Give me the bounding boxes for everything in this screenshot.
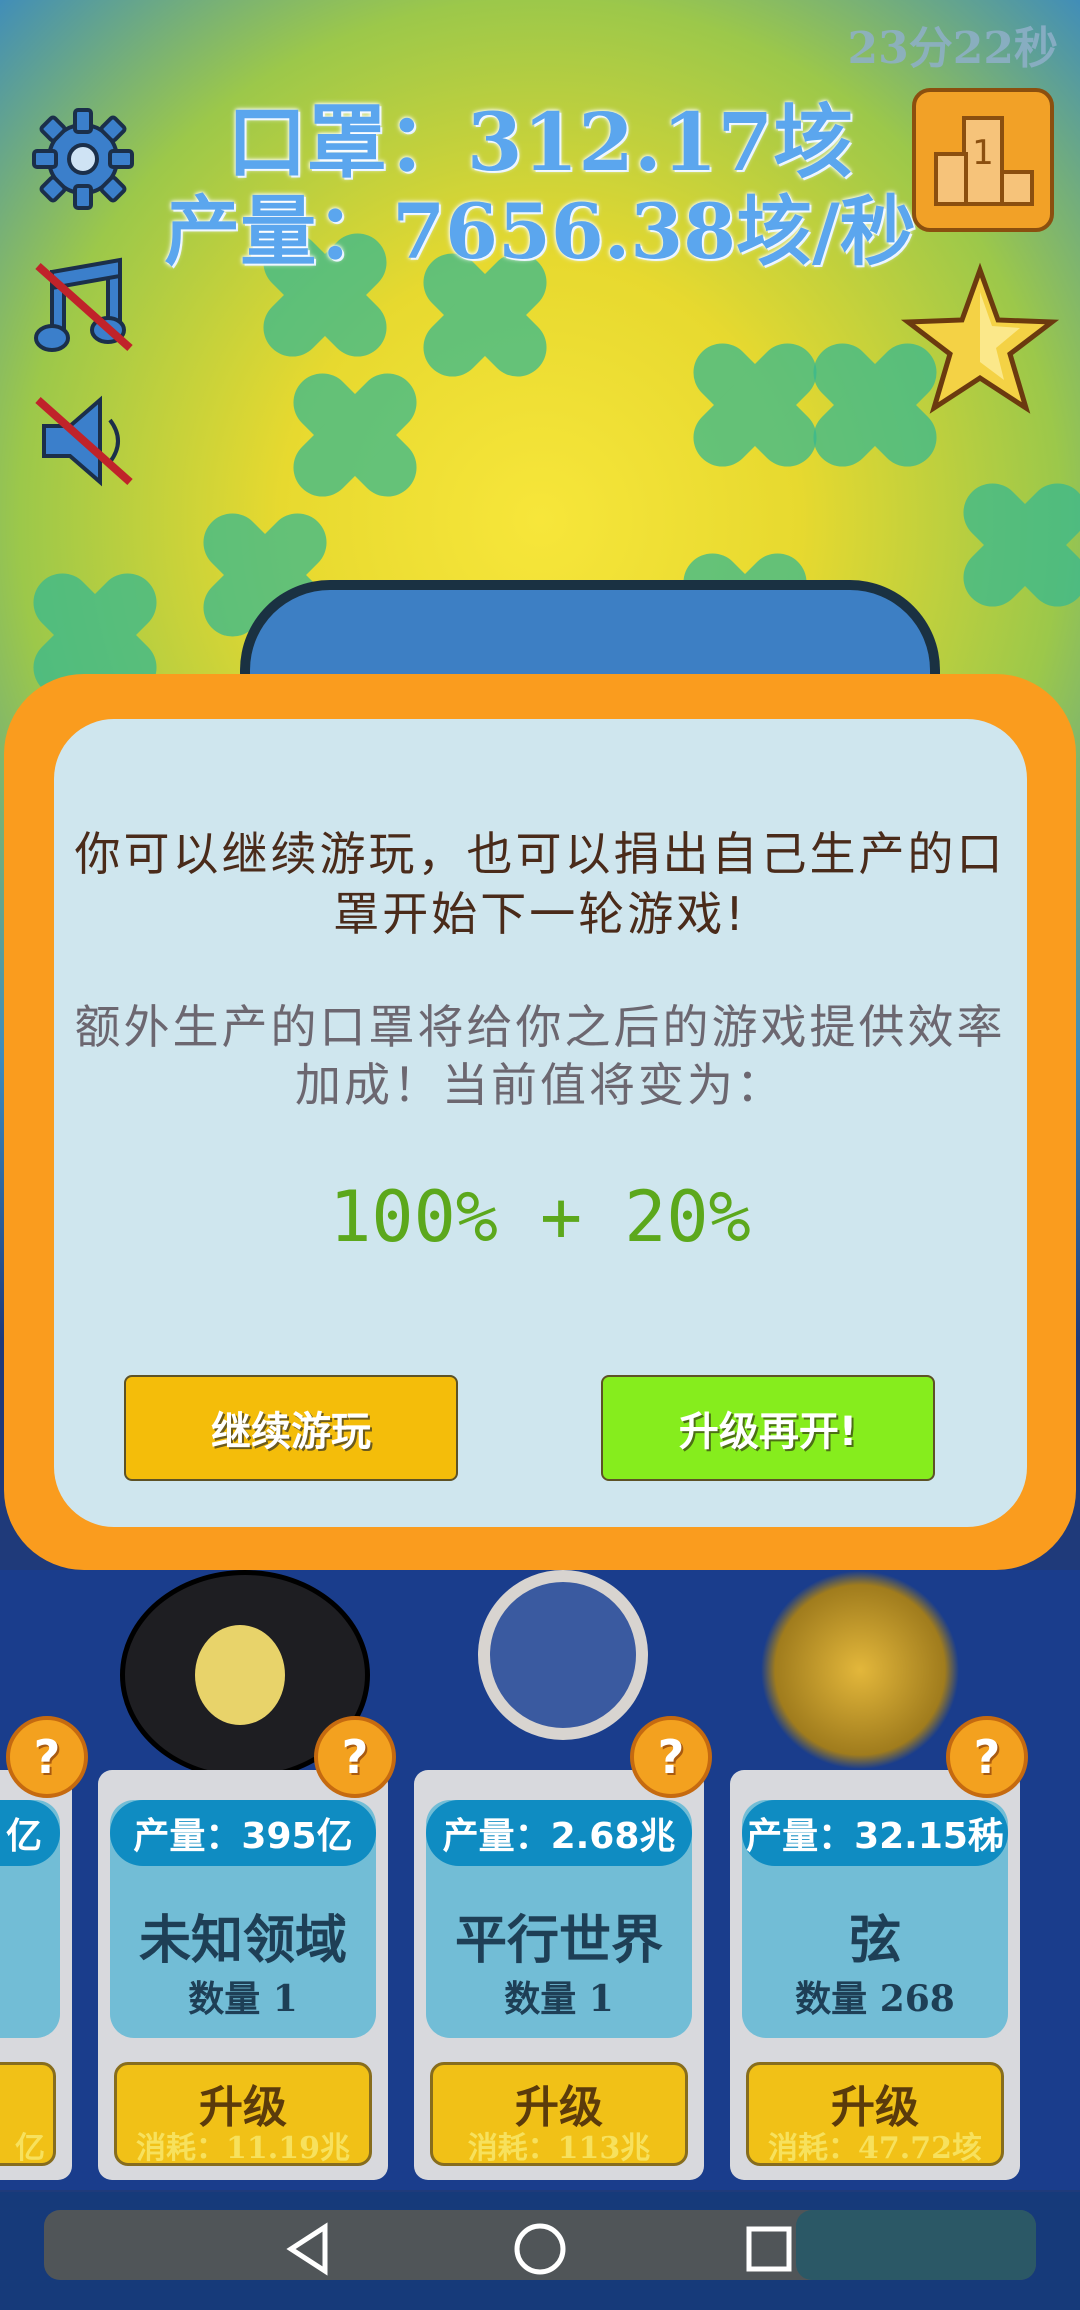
- parallel-world-art: [478, 1570, 648, 1740]
- card-production: 产量：2.68兆: [426, 1800, 692, 1866]
- building-card: 产量：2.68兆 平行世界 数量 1 升级 消耗：113兆: [414, 1770, 704, 2180]
- dialog-bonus-message: 额外生产的口罩将给你之后的游戏提供效率加成！当前值将变为：: [74, 1000, 1006, 1112]
- card-count: 数量 1: [504, 1978, 614, 2020]
- leaderboard-button[interactable]: 1: [912, 88, 1054, 232]
- settings-gear-icon[interactable]: [28, 104, 138, 214]
- card-production: 产量：395亿: [110, 1800, 376, 1866]
- help-icon[interactable]: ?: [314, 1716, 396, 1798]
- upgrade-button[interactable]: 亿: [0, 2062, 56, 2166]
- timer-text: 23分22秒: [847, 23, 1058, 74]
- help-icon[interactable]: ?: [6, 1716, 88, 1798]
- recents-icon[interactable]: [734, 2214, 804, 2284]
- sound-muted-icon[interactable]: [30, 386, 140, 496]
- upgrade-button[interactable]: 升级 消耗：47.72垓: [746, 2062, 1004, 2166]
- upgrade-button[interactable]: 升级 消耗：11.19兆: [114, 2062, 372, 2166]
- prestige-restart-button[interactable]: 升级再开!: [601, 1375, 935, 1481]
- building-card: 亿 亿: [0, 1770, 72, 2180]
- card-name: 未知领域: [138, 1910, 347, 1971]
- dialog-message: 你可以继续游玩，也可以捐出自己生产的口罩开始下一轮游戏!: [74, 827, 1006, 941]
- help-icon[interactable]: ?: [946, 1716, 1028, 1798]
- card-count: 数量 268: [795, 1978, 955, 2020]
- back-icon[interactable]: [274, 2214, 344, 2284]
- home-icon[interactable]: [505, 2214, 575, 2284]
- continue-button[interactable]: 继续游玩: [124, 1375, 458, 1481]
- building-card: 产量：395亿 未知领域 数量 1 升级 消耗：11.19兆: [98, 1770, 388, 2180]
- card-production: 产量：32.15秭: [742, 1800, 1008, 1866]
- building-cards-panel: 亿 亿 ? 产量：395亿 未知领域 数量 1 升级 消耗：11.19兆 ? 产…: [0, 1570, 1080, 2190]
- string-art: [760, 1570, 960, 1770]
- star-icon[interactable]: [900, 262, 1060, 422]
- clover-decoration: [950, 470, 1080, 620]
- building-card: 产量：32.15秭 弦 数量 268 升级 消耗：47.72垓: [730, 1770, 1020, 2180]
- leaderboard-icon: 1: [934, 116, 1034, 206]
- dialog-bonus-value: 100% + 20%: [329, 1176, 751, 1258]
- nav-bar-highlight: [796, 2210, 1036, 2280]
- clover-decoration: [280, 360, 430, 510]
- upgrade-button[interactable]: 升级 消耗：113兆: [430, 2062, 688, 2166]
- help-icon[interactable]: ?: [630, 1716, 712, 1798]
- card-name: 弦: [848, 1910, 901, 1971]
- card-name: 平行世界: [454, 1910, 663, 1971]
- rank-label: 1: [972, 133, 994, 173]
- music-muted-icon[interactable]: [30, 252, 140, 362]
- card-count: 数量 1: [188, 1978, 298, 2020]
